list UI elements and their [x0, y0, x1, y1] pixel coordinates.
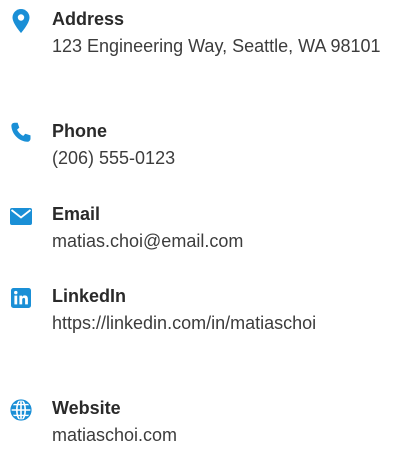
email-label: Email [52, 204, 101, 224]
contact-item-email: Email matias.choi@email.com [0, 203, 407, 256]
phone-text: Phone (206) 555-0123 [52, 120, 382, 173]
contact-item-phone: Phone (206) 555-0123 [0, 120, 407, 173]
contact-info-list: Address 123 Engineering Way, Seattle, WA… [0, 0, 407, 451]
globe-icon [9, 398, 33, 422]
map-pin-icon [9, 9, 33, 33]
contact-item-website: Website matiaschoi.com [0, 397, 407, 450]
linkedin-icon [9, 286, 33, 310]
contact-item-linkedin: LinkedIn https://linkedin.com/in/matiasc… [0, 285, 407, 338]
email-text: Email matias.choi@email.com [52, 203, 382, 256]
linkedin-value[interactable]: https://linkedin.com/in/matiaschoi [52, 309, 382, 338]
envelope-icon [9, 204, 33, 228]
website-value[interactable]: matiaschoi.com [52, 421, 382, 450]
website-text: Website matiaschoi.com [52, 397, 382, 450]
address-label: Address [52, 9, 125, 29]
contact-item-address: Address 123 Engineering Way, Seattle, WA… [0, 8, 407, 61]
phone-value: (206) 555-0123 [52, 148, 176, 168]
linkedin-text: LinkedIn https://linkedin.com/in/matiasc… [52, 285, 382, 338]
website-label: Website [52, 398, 121, 418]
linkedin-label: LinkedIn [52, 286, 127, 306]
email-value[interactable]: matias.choi@email.com [52, 227, 382, 256]
phone-icon [9, 121, 33, 145]
phone-label: Phone [52, 121, 108, 141]
address-text: Address 123 Engineering Way, Seattle, WA… [52, 8, 382, 61]
address-value: 123 Engineering Way, Seattle, WA 98101 [52, 36, 381, 56]
